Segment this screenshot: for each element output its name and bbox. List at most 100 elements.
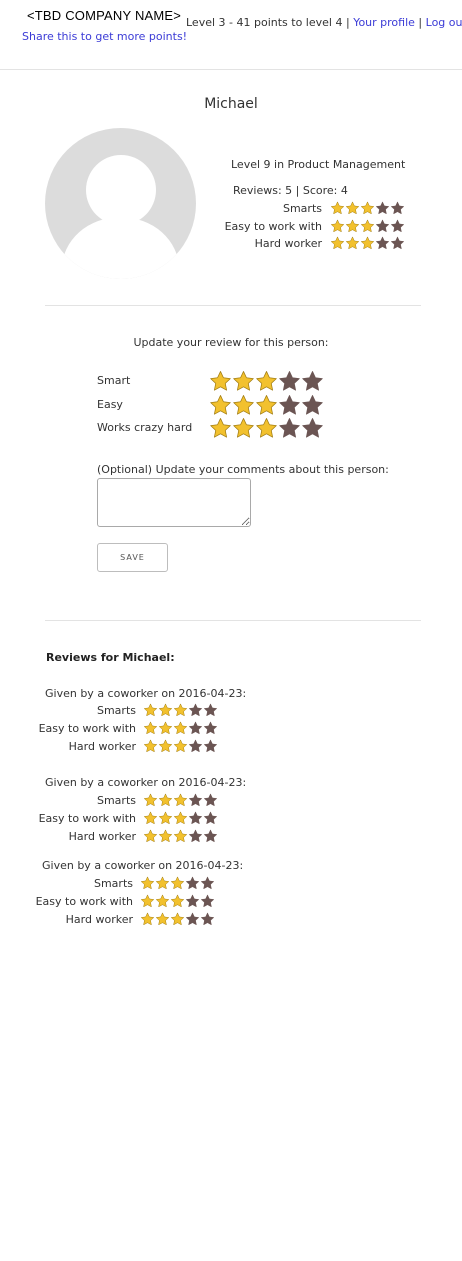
star-rating: [143, 721, 218, 735]
header-divider: [0, 69, 462, 70]
avatar-head: [86, 155, 156, 225]
star-filled-icon[interactable]: [232, 394, 255, 416]
avatar-body: [62, 217, 179, 279]
star-filled-icon: [143, 739, 158, 753]
star-empty-icon: [375, 201, 390, 215]
star-filled-icon: [140, 912, 155, 926]
star-filled-icon: [170, 876, 185, 890]
review-label: Smarts: [96, 793, 136, 807]
reviews-title: Reviews for Michael:: [46, 651, 175, 664]
stat-label: Smarts: [282, 201, 322, 215]
review-row: Easy to work with: [39, 720, 218, 736]
star-filled-icon: [143, 811, 158, 825]
star-filled-icon: [158, 811, 173, 825]
star-filled-icon[interactable]: [209, 394, 232, 416]
star-filled-icon: [143, 793, 158, 807]
update-review-title: Update your review for this person:: [133, 336, 329, 349]
star-input[interactable]: [209, 417, 324, 439]
star-filled-icon: [170, 912, 185, 926]
star-filled-icon[interactable]: [232, 417, 255, 439]
star-empty-icon[interactable]: [301, 394, 324, 416]
your-profile-link[interactable]: Your profile: [353, 16, 415, 29]
profile-stat-hard-worker: Hard worker: [255, 235, 405, 251]
review-given-by: Given by a coworker on 2016-04-23:: [45, 776, 247, 789]
star-empty-icon: [375, 236, 390, 250]
star-empty-icon[interactable]: [301, 417, 324, 439]
star-filled-icon: [155, 876, 170, 890]
star-empty-icon[interactable]: [278, 370, 301, 392]
star-rating: [143, 811, 218, 825]
comment-textarea[interactable]: [97, 478, 251, 527]
star-empty-icon: [200, 876, 215, 890]
star-empty-icon: [203, 829, 218, 843]
star-empty-icon: [390, 236, 405, 250]
rate-label: Easy: [97, 398, 123, 411]
star-rating: [143, 829, 218, 843]
top-status-bar: Level 3 - 41 points to level 4 | Your pr…: [186, 16, 462, 29]
star-filled-icon: [155, 912, 170, 926]
profile-stat-easy: Easy to work with: [225, 218, 405, 234]
star-filled-icon: [345, 201, 360, 215]
star-empty-icon: [188, 703, 203, 717]
separator: |: [418, 16, 423, 29]
star-filled-icon: [360, 219, 375, 233]
level-status: Level 3 - 41 points to level 4: [186, 16, 343, 29]
review-row: Hard worker: [69, 828, 218, 844]
star-filled-icon: [330, 201, 345, 215]
star-input[interactable]: [209, 394, 324, 416]
star-rating: [140, 894, 215, 908]
star-filled-icon: [173, 811, 188, 825]
star-empty-icon: [188, 739, 203, 753]
star-filled-icon: [345, 219, 360, 233]
star-empty-icon: [188, 811, 203, 825]
rate-row-smart: Smart: [97, 369, 324, 392]
logout-link[interactable]: Log out: [426, 16, 462, 29]
star-filled-icon[interactable]: [209, 370, 232, 392]
star-rating: [330, 219, 405, 233]
star-empty-icon[interactable]: [278, 394, 301, 416]
star-empty-icon: [200, 894, 215, 908]
star-empty-icon: [390, 201, 405, 215]
star-filled-icon: [330, 219, 345, 233]
star-empty-icon: [185, 912, 200, 926]
star-filled-icon: [158, 721, 173, 735]
star-filled-icon[interactable]: [255, 394, 278, 416]
star-empty-icon: [185, 894, 200, 908]
rate-label: Works crazy hard: [97, 421, 193, 434]
star-rating: [140, 876, 215, 890]
star-filled-icon[interactable]: [209, 417, 232, 439]
star-filled-icon: [158, 829, 173, 843]
star-filled-icon[interactable]: [255, 370, 278, 392]
star-rating: [143, 739, 218, 753]
review-label: Hard worker: [68, 829, 136, 843]
save-button[interactable]: SAVE: [97, 543, 168, 572]
star-input[interactable]: [209, 370, 324, 392]
review-row: Easy to work with: [39, 810, 218, 826]
star-empty-icon[interactable]: [301, 370, 324, 392]
star-empty-icon: [203, 703, 218, 717]
review-label: Easy to work with: [38, 811, 136, 825]
star-filled-icon: [345, 236, 360, 250]
star-filled-icon: [158, 703, 173, 717]
star-filled-icon[interactable]: [232, 370, 255, 392]
comment-label: (Optional) Update your comments about th…: [97, 463, 389, 476]
star-filled-icon: [143, 703, 158, 717]
star-empty-icon: [203, 811, 218, 825]
star-rating: [143, 793, 218, 807]
star-filled-icon: [173, 703, 188, 717]
star-filled-icon: [140, 876, 155, 890]
star-filled-icon: [143, 829, 158, 843]
star-filled-icon[interactable]: [255, 417, 278, 439]
share-link[interactable]: Share this to get more points!: [22, 30, 187, 43]
review-row: Easy to work with: [36, 893, 215, 909]
section-divider: [45, 305, 421, 306]
company-name: <TBD COMPANY NAME>: [27, 8, 182, 23]
rate-label: Smart: [97, 374, 131, 387]
star-filled-icon: [173, 829, 188, 843]
review-row: Smarts: [97, 702, 218, 718]
star-empty-icon[interactable]: [278, 417, 301, 439]
review-label: Easy to work with: [35, 894, 133, 908]
review-given-by: Given by a coworker on 2016-04-23:: [42, 859, 244, 872]
review-label: Hard worker: [65, 912, 133, 926]
separator: |: [345, 16, 350, 29]
